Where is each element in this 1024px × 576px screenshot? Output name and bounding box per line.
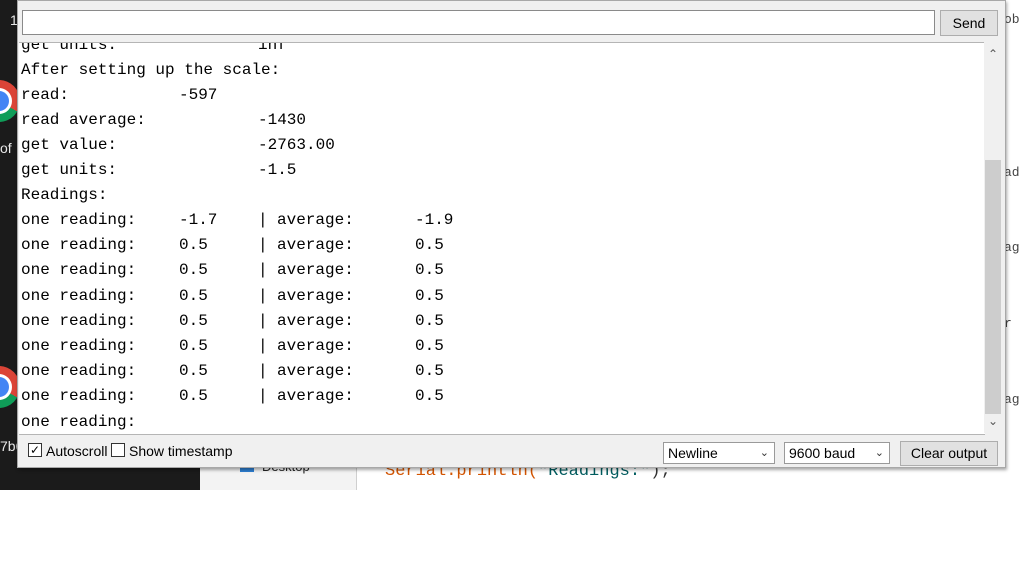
scroll-down-arrow-icon[interactable]: ⌄ [984, 412, 1002, 430]
serial-output[interactable]: get units: inf After setting up the scal… [19, 42, 985, 435]
reading-value: 0.5 [179, 286, 208, 305]
average-value: 0.5 [415, 387, 444, 406]
reading-label: one reading: [21, 311, 137, 330]
average-value: 0.5 [415, 286, 444, 305]
average-value: 0.5 [415, 236, 444, 255]
average-value: -1.9 [415, 211, 454, 229]
average-label: average: [277, 387, 354, 406]
reading-value: 0.5 [179, 337, 208, 355]
reading-separator: | [258, 236, 268, 255]
timestamp-checkbox[interactable] [111, 443, 125, 457]
serial-monitor-window: Send get units: inf After setting up the… [17, 0, 1006, 468]
editor-text-fragment: ad [1004, 165, 1020, 180]
average-value: 0.5 [415, 362, 444, 381]
average-value: 0.5 [415, 337, 444, 355]
average-value: 0.5 [415, 261, 444, 280]
clear-output-button[interactable]: Clear output [900, 441, 998, 466]
autoscroll-checkbox[interactable]: ✓ [28, 443, 42, 457]
scroll-up-arrow-icon[interactable]: ⌃ [984, 45, 1002, 63]
average-label: average: [277, 261, 354, 280]
editor-text-fragment: ag [1004, 240, 1020, 255]
reading-value: 0.5 [179, 261, 208, 280]
timestamp-label: Show timestamp [129, 443, 233, 459]
reading-value: 0.5 [179, 387, 208, 406]
reading-label: one reading: [21, 387, 137, 406]
average-label: average: [277, 236, 354, 255]
reading-separator: | [258, 387, 268, 406]
reading-separator: | [258, 362, 268, 381]
output-line: one reading: [21, 413, 137, 431]
reading-separator: | [258, 311, 268, 330]
reading-label: one reading: [21, 337, 137, 355]
output-line: get value: -2763.00 [21, 136, 335, 154]
reading-label: one reading: [21, 261, 137, 280]
output-line: get units: -1.5 [21, 161, 297, 179]
baud-rate-value: 9600 baud [789, 445, 856, 461]
average-label: average: [277, 362, 354, 381]
line-ending-value: Newline [668, 445, 718, 461]
reading-value: 0.5 [179, 311, 208, 330]
output-line: get units: inf [21, 42, 287, 54]
reading-label: one reading: [21, 236, 137, 255]
average-value: 0.5 [415, 311, 444, 330]
output-line: After setting up the scale: [21, 61, 281, 79]
average-label: average: [277, 286, 354, 305]
reading-value: 0.5 [179, 236, 208, 255]
output-line: read: -597 [21, 86, 218, 104]
send-button[interactable]: Send [940, 10, 998, 36]
baud-rate-select[interactable]: 9600 baud ⌄ [784, 442, 890, 464]
reading-separator: | [258, 261, 268, 280]
chevron-down-icon: ⌄ [874, 447, 884, 459]
reading-value: 0.5 [179, 362, 208, 381]
scroll-thumb[interactable] [985, 160, 1001, 414]
reading-separator: | [258, 286, 268, 305]
output-line: read average: -1430 [21, 111, 307, 129]
autoscroll-label: Autoscroll [46, 443, 108, 459]
output-scrollbar[interactable]: ⌃ ⌄ [984, 42, 1002, 433]
reading-label: one reading: [21, 211, 137, 229]
reading-label: one reading: [21, 286, 137, 305]
line-ending-select[interactable]: Newline ⌄ [663, 442, 775, 464]
reading-label: one reading: [21, 362, 137, 381]
average-label: average: [277, 311, 354, 330]
reading-separator: | [258, 211, 268, 229]
desktop-text-fragment: of [0, 140, 12, 156]
editor-text-fragment: ob [1004, 12, 1020, 27]
editor-text-fragment: ag [1004, 392, 1020, 407]
reading-separator: | [258, 337, 268, 355]
monitor-bottom-bar: ✓ Autoscroll Show timestamp Newline ⌄ 96… [18, 435, 1005, 467]
reading-value: -1.7 [179, 211, 218, 229]
output-line: Readings: [21, 186, 108, 204]
average-label: average: [277, 211, 354, 229]
average-label: average: [277, 337, 354, 355]
chevron-down-icon: ⌄ [759, 447, 769, 459]
send-input[interactable] [22, 10, 935, 35]
